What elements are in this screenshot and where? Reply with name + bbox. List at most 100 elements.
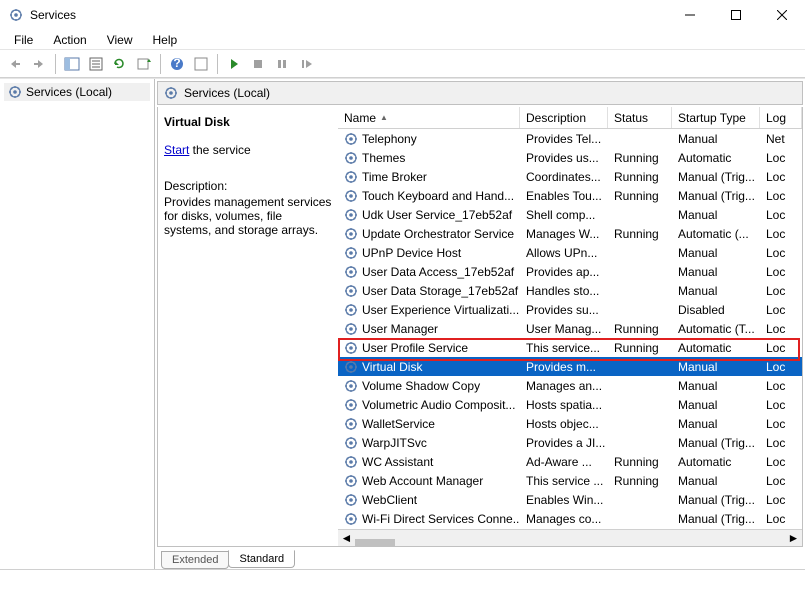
service-row[interactable]: Virtual DiskProvides m...ManualLoc (338, 357, 802, 376)
service-row[interactable]: Time BrokerCoordinates...RunningManual (… (338, 167, 802, 186)
col-logon-as[interactable]: Log (760, 107, 802, 128)
service-description: Provides su... (520, 302, 608, 318)
show-hide-tree-button[interactable] (61, 53, 83, 75)
service-row[interactable]: User Data Access_17eb52afProvides ap...M… (338, 262, 802, 281)
about-button[interactable] (190, 53, 212, 75)
service-row[interactable]: User Data Storage_17eb52afHandles sto...… (338, 281, 802, 300)
service-name: WalletService (362, 417, 435, 431)
service-row[interactable]: TelephonyProvides Tel...ManualNet (338, 129, 802, 148)
menu-view[interactable]: View (99, 31, 141, 49)
service-logon: Loc (760, 169, 802, 185)
start-service-button[interactable] (223, 53, 245, 75)
gear-icon (344, 227, 358, 241)
gear-icon (344, 246, 358, 260)
properties-button[interactable] (85, 53, 107, 75)
service-status (608, 271, 672, 273)
menu-action[interactable]: Action (45, 31, 94, 49)
service-row[interactable]: User Experience Virtualizati...Provides … (338, 300, 802, 319)
detail-pane: Virtual Disk Start the service Descripti… (158, 107, 338, 546)
service-startup-type: Manual (Trig... (672, 169, 760, 185)
toolbar: ? (0, 50, 805, 78)
gear-icon (344, 132, 358, 146)
service-description: Manages co... (520, 511, 608, 527)
service-status (608, 252, 672, 254)
column-headers: Name▲ Description Status Startup Type Lo… (338, 107, 802, 129)
service-row[interactable]: WarpJITSvcProvides a JI...Manual (Trig..… (338, 433, 802, 452)
service-description: Provides Tel... (520, 131, 608, 147)
window-title: Services (30, 8, 667, 22)
service-row[interactable]: Touch Keyboard and Hand...Enables Tou...… (338, 186, 802, 205)
service-row[interactable]: Update Orchestrator ServiceManages W...R… (338, 224, 802, 243)
service-row[interactable]: WebClientEnables Win...Manual (Trig...Lo… (338, 490, 802, 509)
service-name: WC Assistant (362, 455, 433, 469)
tab-extended[interactable]: Extended (161, 551, 229, 569)
service-row[interactable]: User Profile ServiceThis service...Runni… (338, 338, 802, 357)
service-row[interactable]: Volume Shadow CopyManages an...ManualLoc (338, 376, 802, 395)
service-row[interactable]: Web Account ManagerThis service ...Runni… (338, 471, 802, 490)
help-button[interactable]: ? (166, 53, 188, 75)
service-startup-type: Manual (672, 207, 760, 223)
service-logon: Loc (760, 207, 802, 223)
menubar: File Action View Help (0, 30, 805, 50)
service-startup-type: Automatic (T... (672, 321, 760, 337)
gear-icon (344, 189, 358, 203)
service-list: Name▲ Description Status Startup Type Lo… (338, 107, 802, 546)
service-status (608, 499, 672, 501)
minimize-button[interactable] (667, 0, 713, 30)
gear-icon (344, 322, 358, 336)
service-logon: Loc (760, 321, 802, 337)
tab-standard[interactable]: Standard (228, 550, 295, 568)
refresh-button[interactable] (109, 53, 131, 75)
gear-icon (344, 493, 358, 507)
back-button[interactable] (4, 53, 26, 75)
scroll-left-icon[interactable]: ◄ (338, 530, 355, 547)
gear-icon (344, 417, 358, 431)
service-description: This service... (520, 340, 608, 356)
col-startup-type[interactable]: Startup Type (672, 107, 760, 128)
service-description: Shell comp... (520, 207, 608, 223)
service-row[interactable]: UPnP Device HostAllows UPn...ManualLoc (338, 243, 802, 262)
service-status: Running (608, 169, 672, 185)
horizontal-scrollbar[interactable]: ◄ ► (338, 529, 802, 546)
col-description[interactable]: Description (520, 107, 608, 128)
service-logon: Loc (760, 359, 802, 375)
maximize-button[interactable] (713, 0, 759, 30)
service-description: Enables Win... (520, 492, 608, 508)
col-name[interactable]: Name▲ (338, 107, 520, 128)
stop-service-button[interactable] (247, 53, 269, 75)
gear-icon (344, 151, 358, 165)
scroll-right-icon[interactable]: ► (785, 530, 802, 547)
restart-service-button[interactable] (295, 53, 317, 75)
gear-icon (344, 303, 358, 317)
service-name: Volume Shadow Copy (362, 379, 480, 393)
description-label: Description: (164, 179, 332, 193)
service-logon: Loc (760, 435, 802, 451)
tree-item-services-local[interactable]: Services (Local) (4, 83, 150, 101)
service-row[interactable]: Udk User Service_17eb52afShell comp...Ma… (338, 205, 802, 224)
gear-icon (344, 455, 358, 469)
scroll-thumb[interactable] (355, 539, 395, 546)
menu-help[interactable]: Help (145, 31, 186, 49)
forward-button[interactable] (28, 53, 50, 75)
service-logon: Loc (760, 150, 802, 166)
tree-item-label: Services (Local) (26, 85, 112, 99)
service-status (608, 518, 672, 520)
service-name: Volumetric Audio Composit... (362, 398, 515, 412)
gear-icon (344, 341, 358, 355)
export-button[interactable] (133, 53, 155, 75)
service-row[interactable]: Volumetric Audio Composit...Hosts spatia… (338, 395, 802, 414)
service-row[interactable]: WalletServiceHosts objec...ManualLoc (338, 414, 802, 433)
service-startup-type: Manual (672, 264, 760, 280)
service-row[interactable]: ThemesProvides us...RunningAutomaticLoc (338, 148, 802, 167)
service-row[interactable]: User ManagerUser Manag...RunningAutomati… (338, 319, 802, 338)
service-row[interactable]: Wi-Fi Direct Services Conne...Manages co… (338, 509, 802, 528)
start-link[interactable]: Start (164, 143, 189, 157)
menu-file[interactable]: File (6, 31, 41, 49)
col-status[interactable]: Status (608, 107, 672, 128)
service-row[interactable]: WC AssistantAd-Aware ...RunningAutomatic… (338, 452, 802, 471)
service-logon: Loc (760, 454, 802, 470)
service-description: Allows UPn... (520, 245, 608, 261)
close-button[interactable] (759, 0, 805, 30)
pause-service-button[interactable] (271, 53, 293, 75)
service-name: UPnP Device Host (362, 246, 461, 260)
